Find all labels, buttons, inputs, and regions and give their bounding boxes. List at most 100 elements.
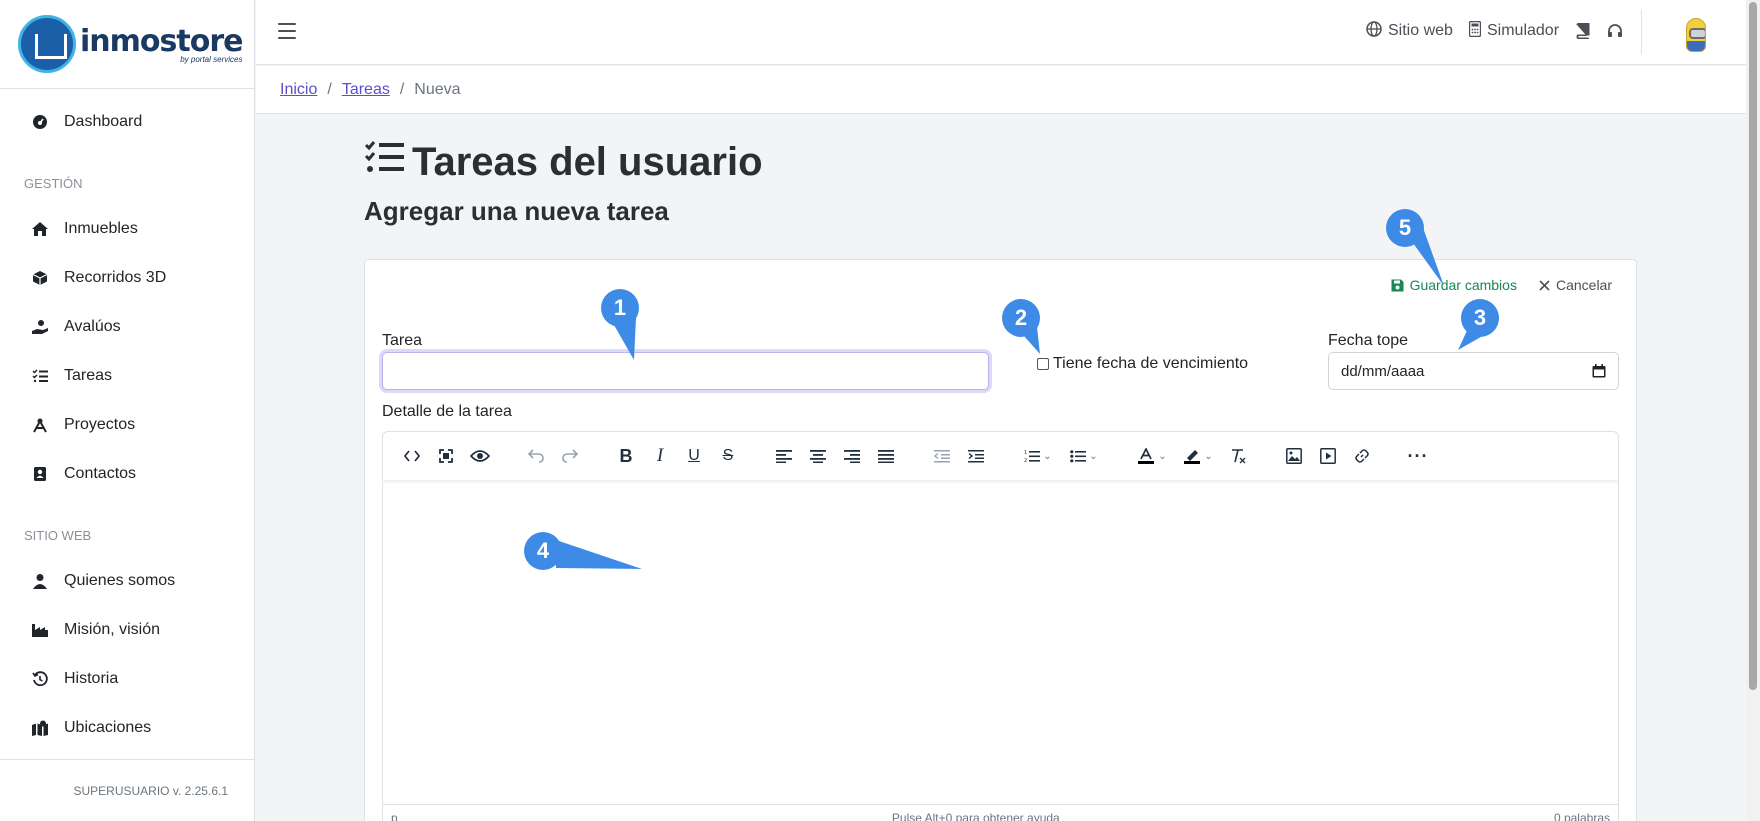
hand-money-icon: [30, 318, 50, 336]
sidebar-item-label: Quienes somos: [64, 572, 176, 589]
bullet-list-icon[interactable]: ⌄: [1061, 441, 1107, 471]
chevron-down-icon: ⌄: [1043, 450, 1052, 462]
list-check-icon: [364, 140, 404, 185]
insert-image-icon[interactable]: [1277, 441, 1311, 471]
sitio-web-link[interactable]: Sitio web: [1366, 21, 1453, 41]
section-gestion-heading: GESTIÓN: [24, 176, 83, 191]
insert-media-icon[interactable]: [1311, 441, 1345, 471]
text-color-icon[interactable]: ⌄: [1129, 441, 1175, 471]
due-date-checkbox-group[interactable]: Tiene fecha de vencimiento: [1037, 355, 1248, 373]
book-icon[interactable]: [1576, 23, 1590, 39]
sidebar-item-label: Tareas: [64, 367, 113, 384]
page-scrollbar[interactable]: [1746, 0, 1760, 821]
highlight-color-icon[interactable]: ⌄: [1175, 441, 1221, 471]
breadcrumb-separator: /: [327, 80, 332, 98]
scrollbar-thumb[interactable]: [1749, 2, 1757, 690]
history-icon: [30, 670, 50, 688]
calendar-icon[interactable]: [1592, 364, 1606, 378]
annotation-marker-1: 1: [601, 289, 639, 327]
task-label: Tarea: [382, 332, 423, 349]
sidebar-item-tareas[interactable]: Tareas: [0, 356, 254, 396]
cancel-button-label: Cancelar: [1555, 277, 1612, 293]
sidebar-item-mision[interactable]: Misión, visión: [0, 610, 254, 650]
sidebar-item-avaluos[interactable]: Avalúos: [0, 307, 254, 347]
list-check-icon: [30, 367, 50, 385]
calculator-icon: [1468, 20, 1482, 41]
breadcrumb: Inicio / Tareas / Nueva: [256, 66, 1746, 114]
due-date-checkbox-label: Tiene fecha de vencimiento: [1053, 355, 1249, 372]
sidebar-item-inmuebles[interactable]: Inmuebles: [0, 209, 254, 249]
compass-drafting-icon: [30, 416, 50, 434]
page-subtitle: Agregar una nueva tarea: [364, 196, 669, 226]
more-options-icon[interactable]: ···: [1401, 441, 1435, 471]
brand-logo[interactable]: inmostore by portal services: [0, 0, 254, 89]
sidebar-item-contactos[interactable]: Contactos: [0, 454, 254, 494]
industry-icon: [30, 621, 50, 639]
indent-icon[interactable]: [959, 441, 993, 471]
cube-icon: [30, 269, 50, 287]
bold-icon[interactable]: B: [609, 441, 643, 471]
page-title: Tareas del usuario: [364, 140, 763, 185]
due-date-checkbox[interactable]: [1037, 358, 1049, 370]
editor-content-area[interactable]: [383, 480, 1618, 805]
clear-formatting-icon[interactable]: [1221, 441, 1255, 471]
align-left-icon[interactable]: [767, 441, 801, 471]
fullscreen-icon[interactable]: [429, 441, 463, 471]
strikethrough-icon[interactable]: S: [711, 441, 745, 471]
word-count[interactable]: 0 palabras: [1554, 811, 1610, 821]
cancel-button[interactable]: Cancelar: [1539, 277, 1612, 293]
help-hint: Pulse Alt+0 para obtener ayuda: [891, 810, 1060, 821]
undo-icon[interactable]: [519, 441, 553, 471]
sidebar-item-ubicaciones[interactable]: Ubicaciones: [0, 708, 254, 748]
svg-text:1: 1: [1024, 450, 1027, 456]
map-location-icon: [30, 719, 50, 737]
numbered-list-icon[interactable]: 1 2 ⌄: [1015, 441, 1061, 471]
menu-toggle-icon[interactable]: [278, 23, 296, 39]
deadline-date-input[interactable]: dd/mm/aaaa: [1328, 352, 1619, 390]
element-path[interactable]: p: [391, 811, 398, 821]
deadline-label: Fecha tope: [1328, 332, 1409, 349]
italic-icon[interactable]: I: [643, 441, 677, 471]
topbar-divider: [1641, 10, 1642, 54]
home-icon: [30, 220, 50, 238]
user-icon: [30, 572, 50, 590]
sidebar-item-proyectos[interactable]: Proyectos: [0, 405, 254, 445]
align-center-icon[interactable]: [801, 441, 835, 471]
annotation-marker-4: 4: [524, 532, 562, 570]
sidebar-item-dashboard[interactable]: Dashboard: [0, 102, 254, 142]
breadcrumb-home-link[interactable]: Inicio: [280, 81, 317, 99]
address-book-icon: [30, 465, 50, 483]
breadcrumb-tasks-link[interactable]: Tareas: [342, 81, 390, 99]
insert-link-icon[interactable]: [1345, 441, 1379, 471]
avatar[interactable]: [1686, 18, 1706, 52]
outdent-icon[interactable]: [925, 441, 959, 471]
task-input[interactable]: [382, 352, 989, 390]
sidebar: inmostore by portal services Dashboard G…: [0, 0, 255, 821]
sidebar-item-label: Ubicaciones: [64, 719, 152, 736]
sidebar-item-quienes-somos[interactable]: Quienes somos: [0, 561, 254, 601]
gauge-icon: [30, 113, 50, 131]
chevron-down-icon: ⌄: [1089, 450, 1098, 462]
sidebar-item-label: Proyectos: [64, 416, 136, 433]
align-right-icon[interactable]: [835, 441, 869, 471]
sidebar-item-label: Avalúos: [64, 318, 121, 335]
annotation-marker-5: 5: [1386, 209, 1424, 247]
chevron-down-icon: ⌄: [1204, 450, 1213, 462]
simulador-link[interactable]: Simulador: [1468, 20, 1559, 41]
breadcrumb-separator: /: [399, 80, 405, 98]
sidebar-item-recorridos[interactable]: Recorridos 3D: [0, 258, 254, 298]
sidebar-item-label: Contactos: [64, 465, 137, 482]
sidebar-item-label: Historia: [64, 670, 119, 687]
redo-icon[interactable]: [553, 441, 587, 471]
headset-icon[interactable]: [1607, 23, 1623, 39]
logo-house-icon: [18, 15, 76, 73]
source-code-icon[interactable]: [395, 441, 429, 471]
sidebar-item-historia[interactable]: Historia: [0, 659, 254, 699]
editor-statusbar: p Pulse Alt+0 para obtener ayuda 0 palab…: [383, 804, 1618, 821]
globe-icon: [1366, 21, 1382, 41]
underline-icon[interactable]: U: [677, 441, 711, 471]
preview-eye-icon[interactable]: [463, 441, 497, 471]
sitio-web-label: Sitio web: [1388, 22, 1453, 39]
align-justify-icon[interactable]: [869, 441, 903, 471]
save-button[interactable]: Guardar cambios: [1391, 277, 1517, 293]
